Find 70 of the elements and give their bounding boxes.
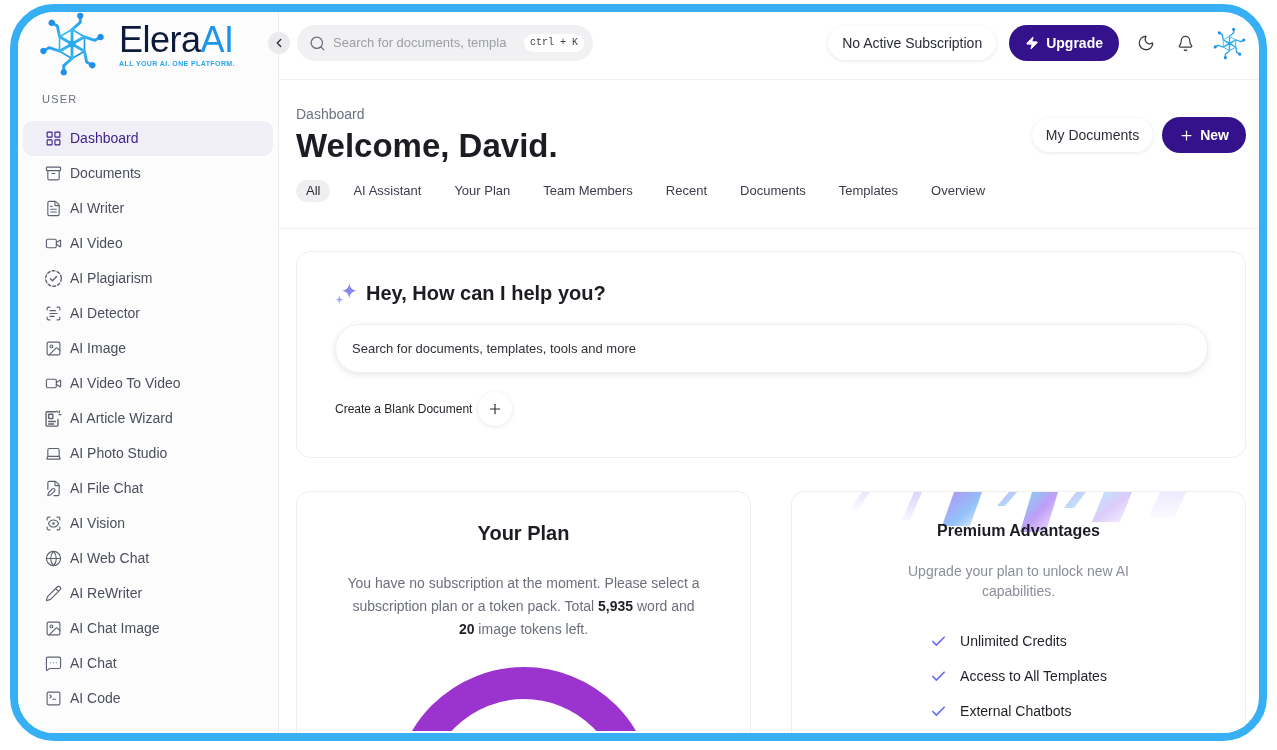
sparkles-icon xyxy=(335,282,357,304)
tab[interactable]: Recent xyxy=(655,180,718,202)
sidebar-item[interactable]: AI Plagiarism xyxy=(23,261,273,296)
sidebar-item[interactable]: AI Video To Video xyxy=(23,366,273,401)
sidebar-item[interactable]: Dashboard xyxy=(23,121,273,156)
sidebar-item[interactable]: AI File Chat xyxy=(23,471,273,506)
article-icon xyxy=(45,410,62,427)
tab[interactable]: All xyxy=(296,180,331,202)
tab[interactable]: Documents xyxy=(730,180,816,202)
tab[interactable]: Overview xyxy=(921,180,996,202)
feature-text: Access to All Templates xyxy=(960,666,1107,686)
sidebar-item[interactable]: AI Writer xyxy=(23,191,273,226)
avatar-icon[interactable] xyxy=(1213,26,1246,60)
sidebar-item[interactable]: AI ReWriter xyxy=(23,576,273,611)
sidebar-item[interactable]: AI Article Wizard xyxy=(23,401,273,436)
assistant-search-field[interactable]: Search for documents, templates, tools and more xyxy=(335,324,1208,373)
image-icon xyxy=(45,620,62,637)
document-icon xyxy=(45,200,62,217)
sidebar-item[interactable]: AI Image xyxy=(23,331,273,366)
premium-subtitle: Upgrade your plan to unlock new AI capabilities. xyxy=(907,562,1130,601)
sidebar-item[interactable]: AI Photo Studio xyxy=(23,436,273,471)
sidebar-item[interactable]: Documents xyxy=(23,156,273,191)
plan-title: Your Plan xyxy=(477,521,570,546)
network-logo-icon xyxy=(39,12,105,77)
section-label: USER xyxy=(42,93,78,105)
search-icon xyxy=(309,34,326,52)
tab[interactable]: AI Assistant xyxy=(343,180,432,202)
new-button[interactable]: New xyxy=(1162,117,1246,153)
upgrade-button[interactable]: Upgrade xyxy=(1009,25,1119,61)
moon-icon[interactable] xyxy=(1137,34,1155,52)
sidebar-item[interactable]: AI Web Chat xyxy=(23,541,273,576)
scan-text-icon xyxy=(45,305,62,322)
dashed-check-circle-icon xyxy=(45,270,62,287)
sidebar-item[interactable]: AI Chat Image xyxy=(23,611,273,646)
pencil-icon xyxy=(45,585,62,602)
lightning-icon xyxy=(1025,36,1040,50)
feature-text: External Chatbots xyxy=(960,701,1072,721)
sidebar-item[interactable]: AI Video xyxy=(23,226,273,261)
sidebar-item[interactable]: AI Vision xyxy=(23,506,273,541)
plus-icon xyxy=(1179,127,1195,143)
sidebar-item[interactable]: AI Detector xyxy=(23,296,273,331)
assistant-title: Hey, How can I help you? xyxy=(366,281,606,306)
create-blank-document-button[interactable]: Create a Blank Document xyxy=(335,392,513,426)
breadcrumb: Dashboard xyxy=(296,105,365,124)
search-field[interactable]: Search for documents, templa ctrl + K xyxy=(297,25,593,61)
sidebar-item[interactable]: AI Code xyxy=(23,681,273,716)
tab[interactable]: Your Plan xyxy=(444,180,521,202)
brand-name: EleraAI xyxy=(119,20,234,59)
premium-title: Premium Advantages xyxy=(937,521,1100,541)
my-documents-button[interactable]: My Documents xyxy=(1031,118,1154,152)
tab[interactable]: Team Members xyxy=(533,180,643,202)
laptop-icon xyxy=(45,445,62,462)
image-icon xyxy=(45,340,62,357)
keyboard-shortcut: ctrl + K xyxy=(524,34,584,52)
scan-eye-icon xyxy=(45,515,62,532)
tab[interactable]: Templates xyxy=(828,180,909,202)
plus-icon xyxy=(478,392,513,426)
subscription-status-button[interactable]: No Active Subscription xyxy=(828,26,997,60)
globe-icon xyxy=(45,550,62,567)
chat-bubble-icon xyxy=(45,655,62,672)
grid-icon xyxy=(45,130,62,147)
archive-box-icon xyxy=(45,165,62,182)
plan-message: You have no subscription at the moment. Please select a subscription plan or a token pack. Total 5,935 word and 20 image tokens left. xyxy=(346,574,701,639)
sidebar-item[interactable]: AI Chat xyxy=(23,646,273,681)
page-title: Welcome, David. xyxy=(296,126,558,166)
feature-text: Unlimited Credits xyxy=(960,631,1067,651)
collapse-sidebar-button[interactable] xyxy=(268,32,290,54)
bell-icon[interactable] xyxy=(1177,34,1194,52)
file-pen-icon xyxy=(45,480,62,497)
terminal-icon xyxy=(45,690,62,707)
